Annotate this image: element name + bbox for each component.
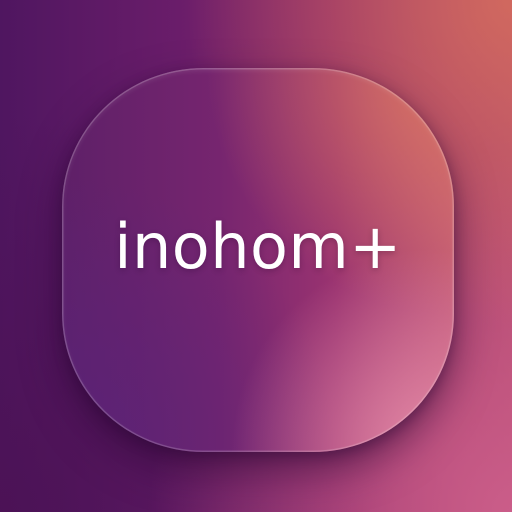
app-icon[interactable]: inohom+ bbox=[62, 68, 454, 452]
app-name-label: inohom+ bbox=[114, 210, 402, 283]
